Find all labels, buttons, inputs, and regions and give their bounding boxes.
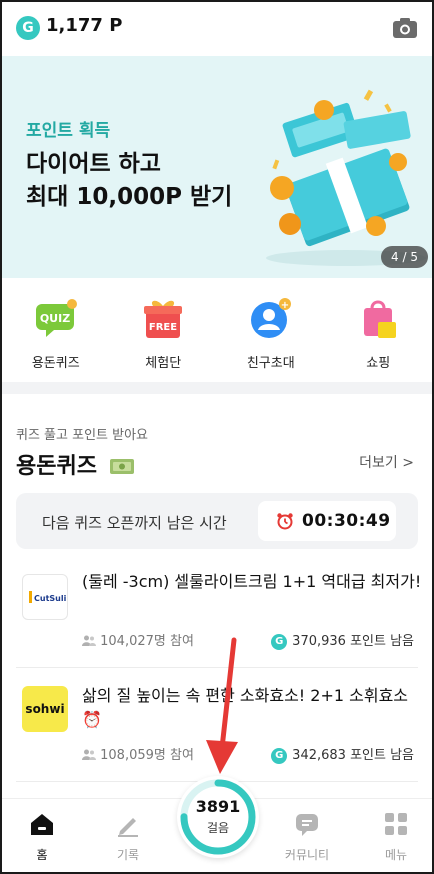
quiz-title: 삶의 질 높이는 속 편한 소화효소! 2+1 소휘효소 ⏰ <box>82 686 409 729</box>
svg-text:QUIZ: QUIZ <box>40 312 70 325</box>
participants-text: 104,027명 참여 <box>100 634 194 649</box>
chat-bubble-icon <box>296 814 318 836</box>
alarm-clock-icon <box>277 513 293 530</box>
shopping-bag-icon <box>364 300 397 338</box>
quiz-section-title: 용돈퀴즈 <box>16 448 135 480</box>
step-label: 걸음 <box>206 821 230 835</box>
shortcut-menu: QUIZ 용돈퀴즈 FREE 체험단 + 친구초대 쇼핑 <box>2 278 432 382</box>
quiz-participants: 108,059명 참여 <box>82 744 194 763</box>
point-balance[interactable]: 1,177 P <box>46 15 122 36</box>
sohwi-brand-text: sohwi <box>25 702 65 716</box>
nav-menu-label: 메뉴 <box>384 848 408 862</box>
quiz-more-link[interactable]: 더보기 > <box>359 452 414 472</box>
invite-friend-icon: + <box>250 298 291 338</box>
nav-record[interactable]: 기록 <box>88 807 168 863</box>
svg-text:+: + <box>281 300 289 311</box>
top-bar: G 1,177 P <box>0 0 434 56</box>
banner-title: 다이어트 하고 최대 10,000P 받기 <box>26 148 232 214</box>
pencil-icon <box>118 818 138 837</box>
people-icon <box>82 635 96 646</box>
grid-menu-icon <box>385 813 407 835</box>
shortcut-experience[interactable]: FREE 체험단 <box>113 278 213 382</box>
banner-pager: 4 / 5 <box>381 246 428 268</box>
timer-label: 다음 퀴즈 오픈까지 남은 시간 <box>42 514 227 532</box>
timer-value: 00:30:49 <box>302 511 391 531</box>
banner-title-line1: 다이어트 하고 <box>26 151 161 177</box>
nav-menu[interactable]: 메뉴 <box>356 807 434 863</box>
banner-title-line2: 최대 10,000P 받기 <box>26 184 233 210</box>
shortcut-invite-label: 친구초대 <box>246 356 295 371</box>
cutsulin-logo: CutSulin <box>22 574 72 620</box>
cutsulin-logo-mark: CutSulin <box>29 591 72 603</box>
remaining-text: 370,936 포인트 남음 <box>292 634 414 649</box>
promo-banner[interactable]: 포인트 획득 다이어트 하고 최대 10,000P 받기 4 / 5 <box>2 56 432 278</box>
timer-pill: 00:30:49 <box>258 501 396 541</box>
banner-subtitle: 포인트 획득 <box>26 121 111 141</box>
shortcut-experience-label: 체험단 <box>145 356 182 371</box>
nav-record-label: 기록 <box>116 848 140 862</box>
quiz-section-title-text: 용돈퀴즈 <box>16 454 97 479</box>
point-g-icon: G <box>16 16 40 40</box>
participants-text: 108,059명 참여 <box>100 748 194 763</box>
quiz-participants: 104,027명 참여 <box>82 630 194 649</box>
quiz-remaining-points: G 342,683 포인트 남음 <box>271 744 414 764</box>
step-count: 3891 <box>195 797 241 816</box>
shortcut-shopping[interactable]: 쇼핑 <box>328 278 428 382</box>
nav-community[interactable]: 커뮤니티 <box>267 807 347 863</box>
quiz-icon: QUIZ <box>35 299 77 337</box>
nav-community-label: 커뮤니티 <box>284 848 330 862</box>
quiz-timer-box: 다음 퀴즈 오픈까지 남은 시간 00:30:49 <box>16 493 418 549</box>
home-icon <box>31 814 53 835</box>
point-g-icon: G <box>271 748 288 764</box>
step-counter-button[interactable]: 3891 걸음 <box>177 776 259 858</box>
shortcut-invite[interactable]: + 친구초대 <box>221 278 321 382</box>
camera-icon[interactable] <box>392 17 418 39</box>
shortcut-quiz-label: 용돈퀴즈 <box>31 356 80 371</box>
red-annotation-arrow <box>206 637 238 774</box>
svg-text:FREE: FREE <box>149 322 177 333</box>
remaining-text: 342,683 포인트 남음 <box>292 748 414 763</box>
step-progress-ring <box>180 779 256 855</box>
quiz-remaining-points: G 370,936 포인트 남음 <box>271 630 414 650</box>
free-gift-icon: FREE <box>144 300 183 338</box>
nav-home-label: 홈 <box>36 848 48 862</box>
sohwi-logo: sohwi <box>22 686 68 732</box>
section-separator <box>2 382 432 394</box>
cutsulin-brand-text: CutSulin <box>34 594 67 603</box>
quiz-title: (둘레 -3cm) 셀룰라이트크림 1+1 역대급 최저가! <box>82 572 422 591</box>
money-icon <box>109 459 134 474</box>
people-icon <box>82 749 96 760</box>
shortcut-shopping-label: 쇼핑 <box>366 356 391 371</box>
point-g-icon: G <box>271 634 288 650</box>
nav-home[interactable]: 홈 <box>2 807 82 863</box>
shortcut-quiz[interactable]: QUIZ 용돈퀴즈 <box>6 278 106 382</box>
quiz-section-subtitle: 퀴즈 풀고 포인트 받아요 <box>16 428 148 443</box>
